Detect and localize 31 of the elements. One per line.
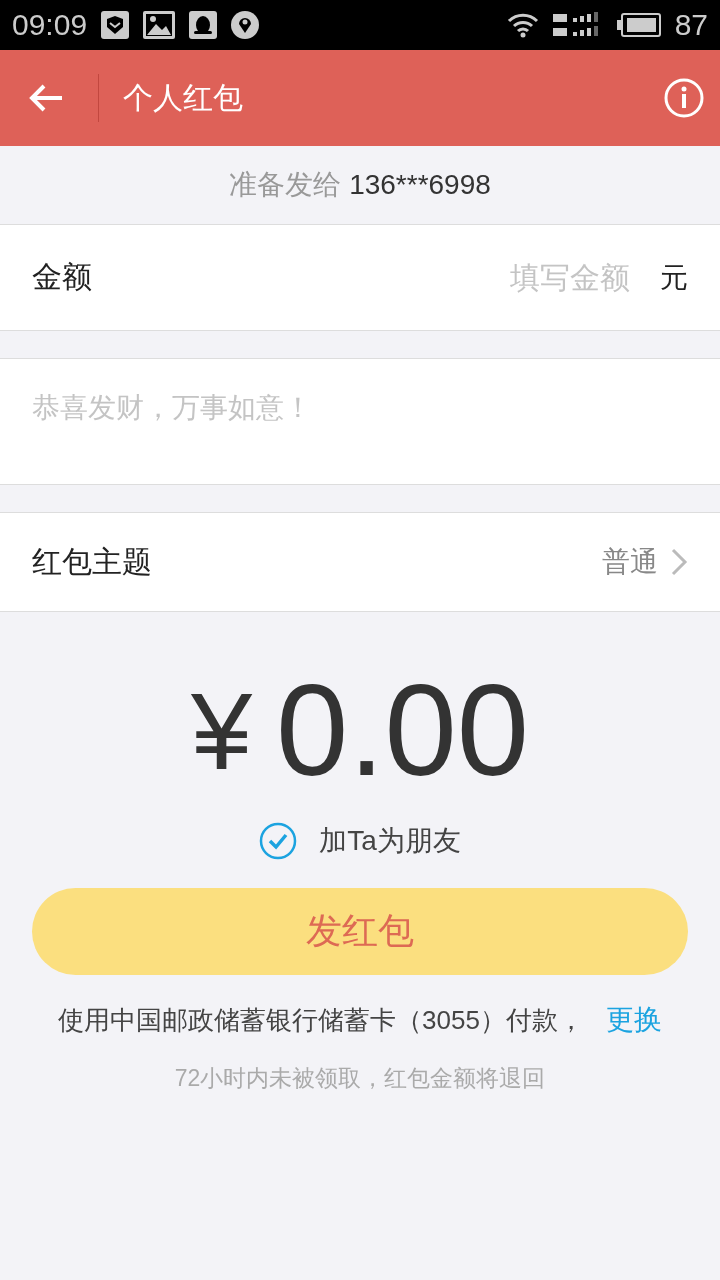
payment-text: 使用中国邮政储蓄银行储蓄卡（3055）付款， [58, 1003, 584, 1037]
amount-label: 金额 [32, 259, 93, 295]
expiry-note: 72小时内未被领取，红包金额将退回 [173, 1064, 547, 1093]
change-link[interactable]: 更换 [605, 1001, 662, 1039]
currency-unit: 元 [660, 260, 688, 295]
battery-icon [616, 13, 661, 37]
recipient-label: 准备发给 [229, 168, 342, 202]
message-field[interactable]: 恭喜发财，万事如意！ [0, 358, 720, 485]
info-button[interactable] [664, 78, 704, 118]
image-icon [143, 11, 176, 39]
theme-label: 红包主题 [32, 543, 153, 580]
currency-symbol: ¥ [190, 667, 253, 794]
battery-level: 87 [674, 8, 708, 42]
location-icon [231, 11, 260, 39]
wifi-icon [506, 12, 539, 38]
shield-icon [101, 11, 130, 39]
chevron-right-icon [670, 547, 688, 577]
info-icon [664, 78, 704, 118]
total-amount: 0.00 [276, 656, 530, 805]
status-time: 09:09 [12, 8, 88, 42]
add-friend-checkbox[interactable] [259, 822, 298, 860]
page-title: 个人红包 [123, 79, 244, 116]
add-friend-label: 加Ta为朋友 [319, 824, 461, 858]
back-button[interactable] [28, 83, 64, 113]
penguin-icon [189, 11, 218, 39]
recipient-phone: 136***6998 [349, 169, 491, 201]
theme-value: 普通 [602, 545, 658, 579]
back-arrow-icon [28, 83, 64, 113]
amount-field[interactable]: 填写金额 [478, 259, 632, 296]
send-button[interactable]: 发红包 [32, 888, 688, 975]
theme-row[interactable]: 红包主题 普通 [0, 512, 720, 612]
